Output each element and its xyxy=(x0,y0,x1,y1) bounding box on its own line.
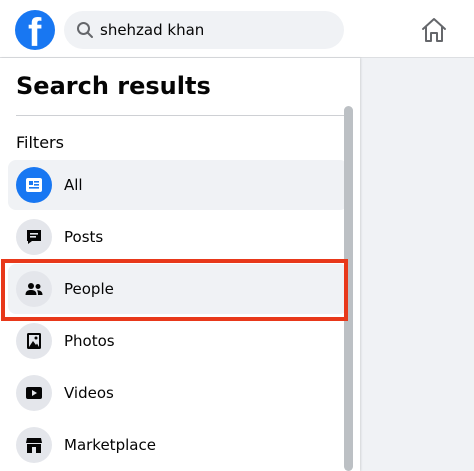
search-bar[interactable] xyxy=(64,11,344,49)
home-icon[interactable] xyxy=(420,16,448,44)
filter-item-label: All xyxy=(64,176,83,194)
search-input[interactable] xyxy=(100,11,336,49)
results-pane xyxy=(360,58,474,471)
marketplace-icon xyxy=(16,427,52,463)
filter-item-label: Marketplace xyxy=(64,436,156,454)
filter-item-posts[interactable]: Posts xyxy=(8,212,348,262)
filter-item-videos[interactable]: Videos xyxy=(8,368,348,418)
filter-item-label: Videos xyxy=(64,384,114,402)
videos-icon xyxy=(16,375,52,411)
facebook-logo[interactable]: f xyxy=(15,10,55,50)
all-icon xyxy=(16,167,52,203)
filter-item-label: Posts xyxy=(64,228,104,246)
filter-item-label: Photos xyxy=(64,332,115,350)
filter-item-marketplace[interactable]: Marketplace xyxy=(8,420,348,470)
top-navigation-bar: f xyxy=(0,0,474,58)
posts-icon xyxy=(16,219,52,255)
divider xyxy=(16,115,344,116)
search-icon xyxy=(77,22,93,38)
logo-letter: f xyxy=(28,11,42,50)
filters-heading: Filters xyxy=(16,133,64,152)
photos-icon xyxy=(16,323,52,359)
filter-item-all[interactable]: All xyxy=(8,160,348,210)
page-title: Search results xyxy=(16,72,211,100)
highlight-box xyxy=(1,259,348,321)
filter-item-photos[interactable]: Photos xyxy=(8,316,348,366)
